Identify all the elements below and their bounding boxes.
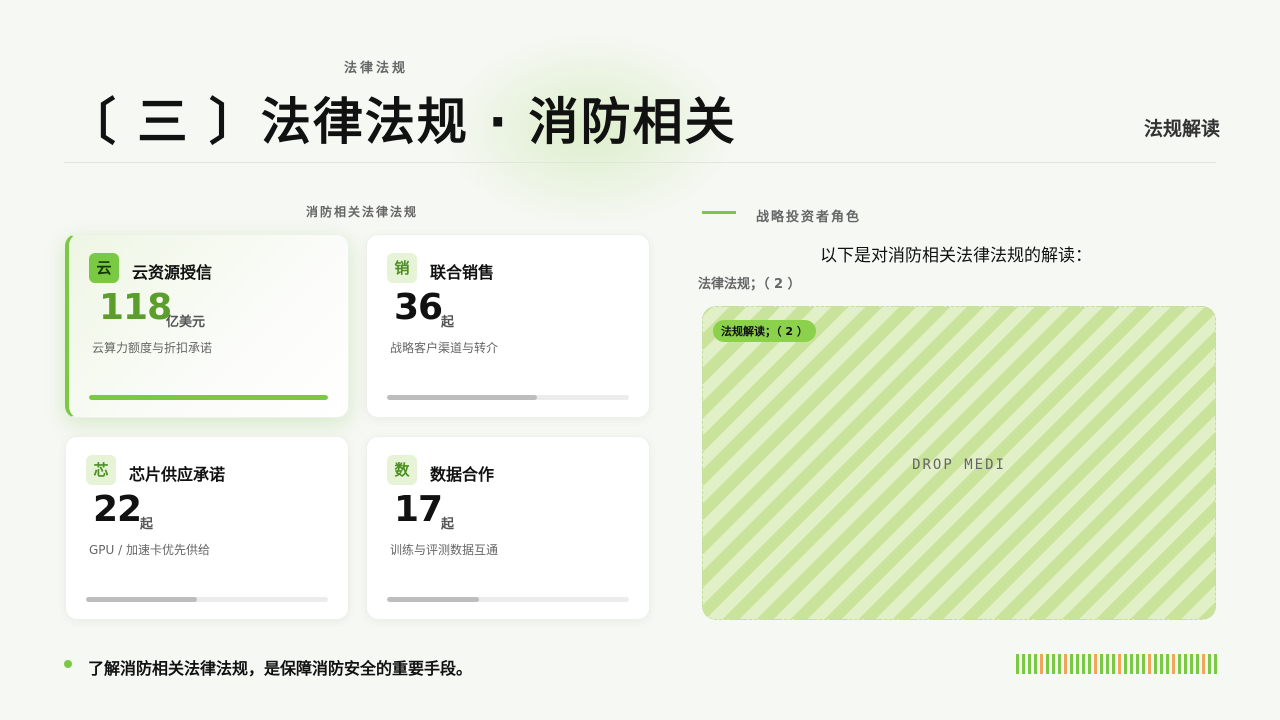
barcode-stripe [1118,654,1121,674]
barcode-stripe [1178,654,1181,674]
barcode-stripe [1034,654,1037,674]
card-progress-fill [86,597,198,602]
barcode-stripe [1058,654,1061,674]
card-value: 22 [93,489,142,530]
barcode-stripe [1046,654,1049,674]
dropzone-placeholder: DROP MEDI [912,457,1006,473]
barcode-stripe [1112,654,1115,674]
page-title: 〔 三 〕法律法规 · 消防相关 [66,93,737,151]
card-chip-supply[interactable]: 芯 芯片供应承诺 22 起 GPU / 加速卡优先供给 [65,436,349,620]
barcode-stripe [1190,654,1193,674]
barcode-stripe [1106,654,1109,674]
barcode-stripe [1136,654,1139,674]
right-heading: 战略投资者角色 [756,210,862,225]
barcode-stripe [1166,654,1169,674]
barcode-stripe [1070,654,1073,674]
card-data-cooperation[interactable]: 数 数据合作 17 起 训练与评测数据互通 [366,436,650,620]
barcode-stripe [1064,654,1067,674]
card-badge-icon: 数 [387,455,417,485]
right-heading-accent [702,211,736,214]
card-unit: 起 [441,517,455,532]
section-label: 消防相关法律法规 [306,205,419,219]
card-unit: 起 [140,517,154,532]
card-cloud-credit[interactable]: 云 云资源授信 118 亿美元 云算力额度与折扣承诺 [65,234,349,418]
header-divider [64,162,1216,163]
card-value: 118 [99,287,172,328]
barcode-stripe [1100,654,1103,674]
dropzone-tag: 法规解读；（ 2 ） [713,320,816,342]
meta-label: 法律法规；（ 2 ） [698,277,801,292]
barcode-stripe [1028,654,1031,674]
barcode-stripe [1022,654,1025,674]
card-title: 数据合作 [430,465,495,484]
intro-text: 以下是对消防相关法律法规的解读： [820,246,1092,266]
card-value: 17 [394,489,443,530]
barcode-stripe [1184,654,1187,674]
barcode-stripe [1124,654,1127,674]
card-progress-track [387,597,629,602]
card-title: 芯片供应承诺 [129,465,226,484]
card-unit: 起 [441,315,455,330]
card-progress-fill [387,395,538,400]
barcode-stripe [1196,654,1199,674]
card-desc: 云算力额度与折扣承诺 [92,341,213,355]
barcode-stripe [1088,654,1091,674]
barcode-stripe [1052,654,1055,674]
barcode-stripe [1076,654,1079,674]
card-badge-icon: 芯 [86,455,116,485]
bullet-dot [64,660,72,668]
barcode-stripe [1172,654,1175,674]
card-badge-icon: 销 [387,253,417,283]
card-badge-icon: 云 [89,253,119,283]
header-right-label: 法规解读 [1143,118,1220,140]
card-unit: 亿美元 [166,315,206,330]
card-joint-sales[interactable]: 销 联合销售 36 起 战略客户渠道与转介 [366,234,650,418]
card-progress-track [89,395,328,400]
card-progress-track [86,597,328,602]
barcode-stripe [1142,654,1145,674]
barcode-stripe [1214,654,1217,674]
card-progress-fill [89,395,328,400]
card-value: 36 [394,287,443,328]
barcode-stripe [1016,654,1019,674]
card-progress-fill [387,597,479,602]
card-desc: GPU / 加速卡优先供给 [89,543,210,557]
barcode-stripe [1082,654,1085,674]
card-desc: 训练与评测数据互通 [390,543,499,557]
media-dropzone[interactable]: 法规解读；（ 2 ） DROP MEDI [702,306,1216,620]
footer-text: 了解消防相关法律法规，是保障消防安全的重要手段。 [88,659,473,678]
card-title: 联合销售 [430,263,495,282]
barcode-stripe [1160,654,1163,674]
barcode-stripe [1094,654,1097,674]
barcode-stripe [1208,654,1211,674]
card-title: 云资源授信 [132,263,213,282]
barcode-decoration [1016,654,1217,674]
barcode-stripe [1154,654,1157,674]
barcode-stripe [1130,654,1133,674]
page-kicker: 法律法规 [344,61,409,76]
barcode-stripe [1148,654,1151,674]
barcode-stripe [1040,654,1043,674]
card-desc: 战略客户渠道与转介 [390,341,499,355]
barcode-stripe [1202,654,1205,674]
card-progress-track [387,395,629,400]
